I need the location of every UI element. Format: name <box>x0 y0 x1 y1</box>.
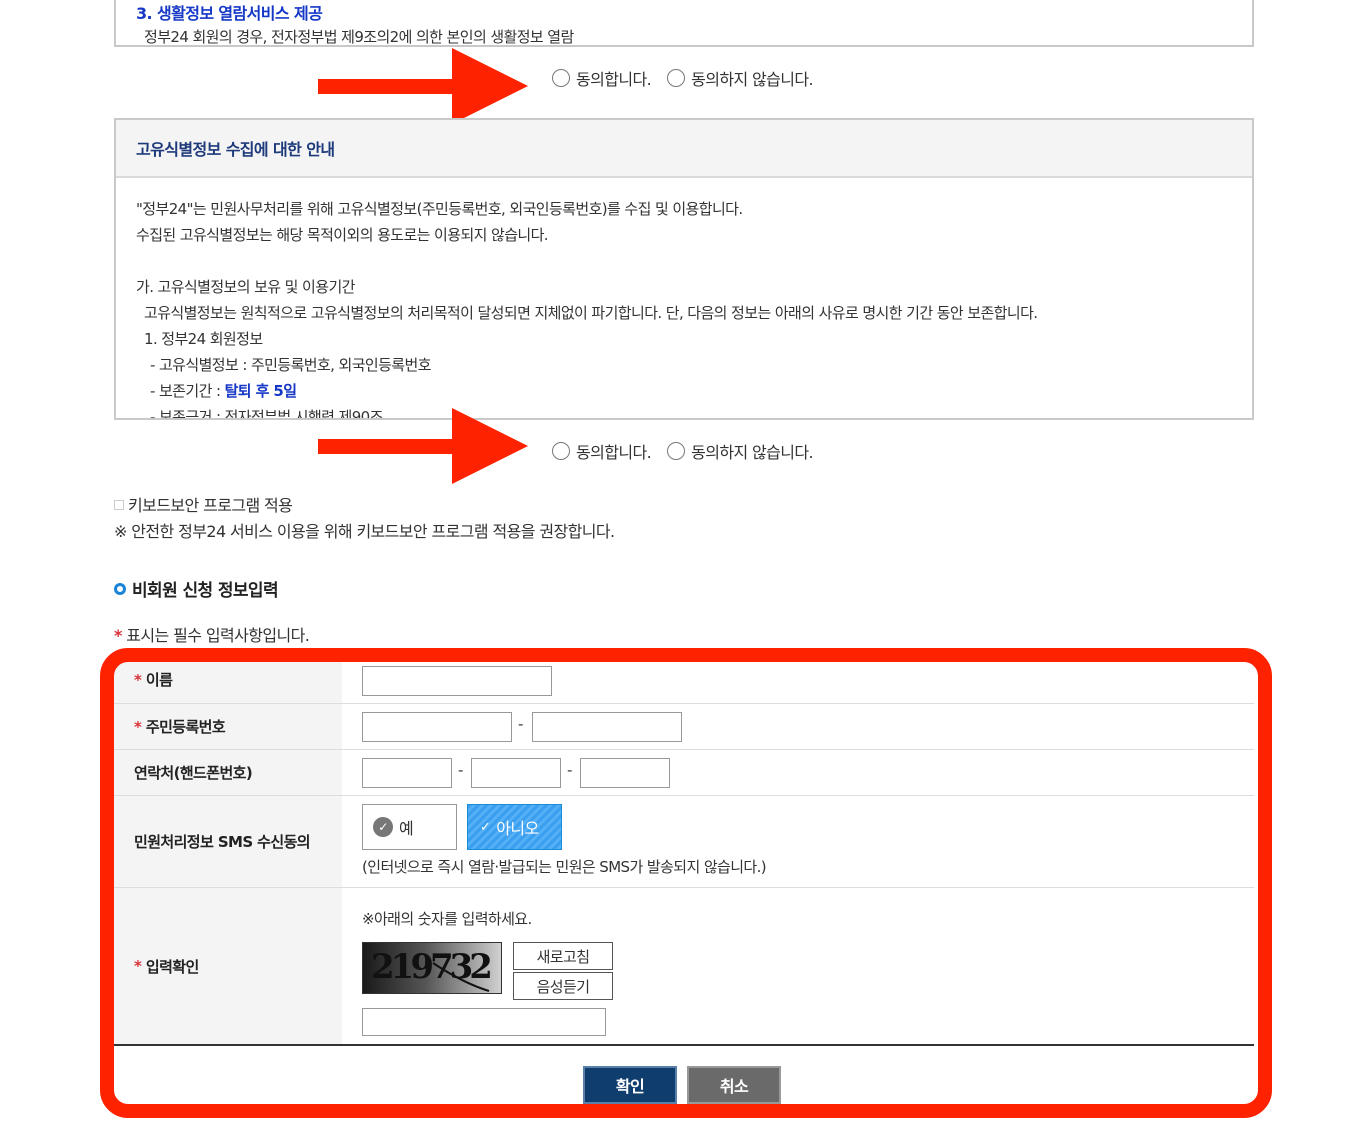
captcha-noise-icon <box>432 962 490 992</box>
name-label-text: 이름 <box>145 671 173 689</box>
captcha-input[interactable] <box>362 1008 606 1036</box>
name-label: * 이름 <box>114 656 342 703</box>
radio-circle-icon[interactable] <box>552 442 570 460</box>
check-icon: ✓ <box>480 819 491 835</box>
consent-radio-group-2: 동의합니다. 동의하지 않습니다. <box>552 437 829 465</box>
retention-label: - 보존기간 : <box>150 382 225 400</box>
captcha-image: 219732 <box>362 942 502 994</box>
radio-circle-icon[interactable] <box>552 69 570 87</box>
radio-circle-icon[interactable] <box>667 442 686 460</box>
section-title: 비회원 신청 정보입력 <box>114 576 279 601</box>
phone-part2-input[interactable] <box>471 758 561 788</box>
disagree-radio-2[interactable]: 동의하지 않습니다. <box>667 439 814 463</box>
form-row-rrn: * 주민등록번호 - <box>114 704 1254 750</box>
agree-radio-2[interactable]: 동의합니다. <box>552 439 652 463</box>
form-row-sms: 민원처리정보 SMS 수신동의 ✓ 예 ✓ 아니오 (인터넷으로 즉시 열람·발… <box>114 796 1254 888</box>
form-row-name: * 이름 <box>114 656 1254 704</box>
notice-line: 1. 정부24 회원정보 <box>144 330 263 348</box>
phone-part1-input[interactable] <box>362 758 452 788</box>
captcha-label: * 입력확인 <box>114 888 342 1044</box>
sms-label: 민원처리정보 SMS 수신동의 <box>114 796 342 887</box>
rrn-label-text: 주민등록번호 <box>145 718 226 736</box>
sms-note: (인터넷으로 즉시 열람·발급되는 민원은 SMS가 발송되지 않습니다.) <box>362 858 767 876</box>
required-note-text: 표시는 필수 입력사항입니다. <box>126 626 310 645</box>
phone-part3-input[interactable] <box>580 758 670 788</box>
keyboard-security-checkbox[interactable] <box>114 500 124 510</box>
keyboard-security-notice: ※ 안전한 정부24 서비스 이용을 위해 키보드보안 프로그램 적용을 권장합… <box>114 522 615 541</box>
sms-yes-button[interactable]: ✓ 예 <box>362 804 457 850</box>
form-row-captcha: * 입력확인 ※아래의 숫자를 입력하세요. 219732 새로고침 음성듣기 <box>114 888 1254 1046</box>
service-info-box: 3. 생활정보 열람서비스 제공 정부24 회원의 경우, 전자정부법 제9조의… <box>114 0 1254 47</box>
confirm-button[interactable]: 확인 <box>583 1066 677 1104</box>
retention-period: 탈퇴 후 5일 <box>224 382 297 400</box>
captcha-label-text: 입력확인 <box>145 957 199 976</box>
consent-radio-group-1: 동의합니다. 동의하지 않습니다. <box>552 64 829 92</box>
check-icon: ✓ <box>373 817 393 837</box>
notice-line: "정부24"는 민원사무처리를 위해 고유식별정보(주민등록번호, 외국인등록번… <box>136 200 743 218</box>
notice-line: - 보존기간 : 탈퇴 후 5일 <box>150 380 297 401</box>
captcha-instruction: ※아래의 숫자를 입력하세요. <box>362 910 532 928</box>
radio-circle-icon[interactable] <box>667 69 686 87</box>
name-input[interactable] <box>362 666 552 696</box>
captcha-refresh-button[interactable]: 새로고침 <box>513 942 613 970</box>
dash-separator: - <box>518 715 523 733</box>
required-note: * 표시는 필수 입력사항입니다. <box>114 622 310 646</box>
notice-title-bar: 고유식별정보 수집에 대한 안내 <box>116 120 1252 178</box>
notice-line: - 고유식별정보 : 주민등록번호, 외국인등록번호 <box>150 356 432 374</box>
captcha-audio-button[interactable]: 음성듣기 <box>513 972 613 1000</box>
red-arrow-icon <box>318 408 528 484</box>
section-description: 정부24 회원의 경우, 전자정부법 제9조의2에 의한 본인의 생활정보 열람 <box>144 28 574 46</box>
disagree-label: 동의하지 않습니다. <box>691 70 814 89</box>
cancel-button[interactable]: 취소 <box>687 1066 781 1104</box>
rrn-front-input[interactable] <box>362 712 512 742</box>
rrn-label: * 주민등록번호 <box>114 704 342 749</box>
required-asterisk-icon: * <box>134 717 142 736</box>
sms-no-button[interactable]: ✓ 아니오 <box>467 804 562 850</box>
notice-line: 수집된 고유식별정보는 해당 목적이외의 용도로는 이용되지 않습니다. <box>136 226 549 244</box>
rrn-back-input[interactable] <box>532 712 682 742</box>
dash-separator: - <box>567 761 572 779</box>
dash-separator: - <box>458 761 463 779</box>
notice-title: 고유식별정보 수집에 대한 안내 <box>136 140 335 159</box>
agree-radio-1[interactable]: 동의합니다. <box>552 66 652 90</box>
phone-label: 연락처(핸드폰번호) <box>114 750 342 795</box>
circle-bullet-icon <box>114 582 126 595</box>
required-asterisk-icon: * <box>114 626 122 645</box>
agree-label: 동의합니다. <box>576 443 652 462</box>
disagree-label: 동의하지 않습니다. <box>691 443 814 462</box>
sms-no-label: 아니오 <box>496 819 539 838</box>
keyboard-security-label: 키보드보안 프로그램 적용 <box>128 496 293 515</box>
agree-label: 동의합니다. <box>576 70 652 89</box>
notice-line: 고유식별정보는 원칙적으로 고유식별정보의 처리목적이 달성되면 지체없이 파기… <box>144 304 1038 322</box>
notice-line: 가. 고유식별정보의 보유 및 이용기간 <box>136 278 355 296</box>
phone-label-text: 연락처(핸드폰번호) <box>134 764 253 782</box>
form-row-phone: 연락처(핸드폰번호) - - <box>114 750 1254 796</box>
section-title-text: 비회원 신청 정보입력 <box>132 581 279 601</box>
disagree-radio-1[interactable]: 동의하지 않습니다. <box>667 66 814 90</box>
sms-label-text: 민원처리정보 SMS 수신동의 <box>134 833 311 851</box>
sms-yes-label: 예 <box>399 819 414 838</box>
required-asterisk-icon: * <box>134 957 142 975</box>
section-heading: 3. 생활정보 열람서비스 제공 <box>136 4 323 23</box>
required-asterisk-icon: * <box>134 670 142 689</box>
unique-id-notice-box: 고유식별정보 수집에 대한 안내 "정부24"는 민원사무처리를 위해 고유식별… <box>114 118 1254 420</box>
red-arrow-icon <box>318 48 528 124</box>
